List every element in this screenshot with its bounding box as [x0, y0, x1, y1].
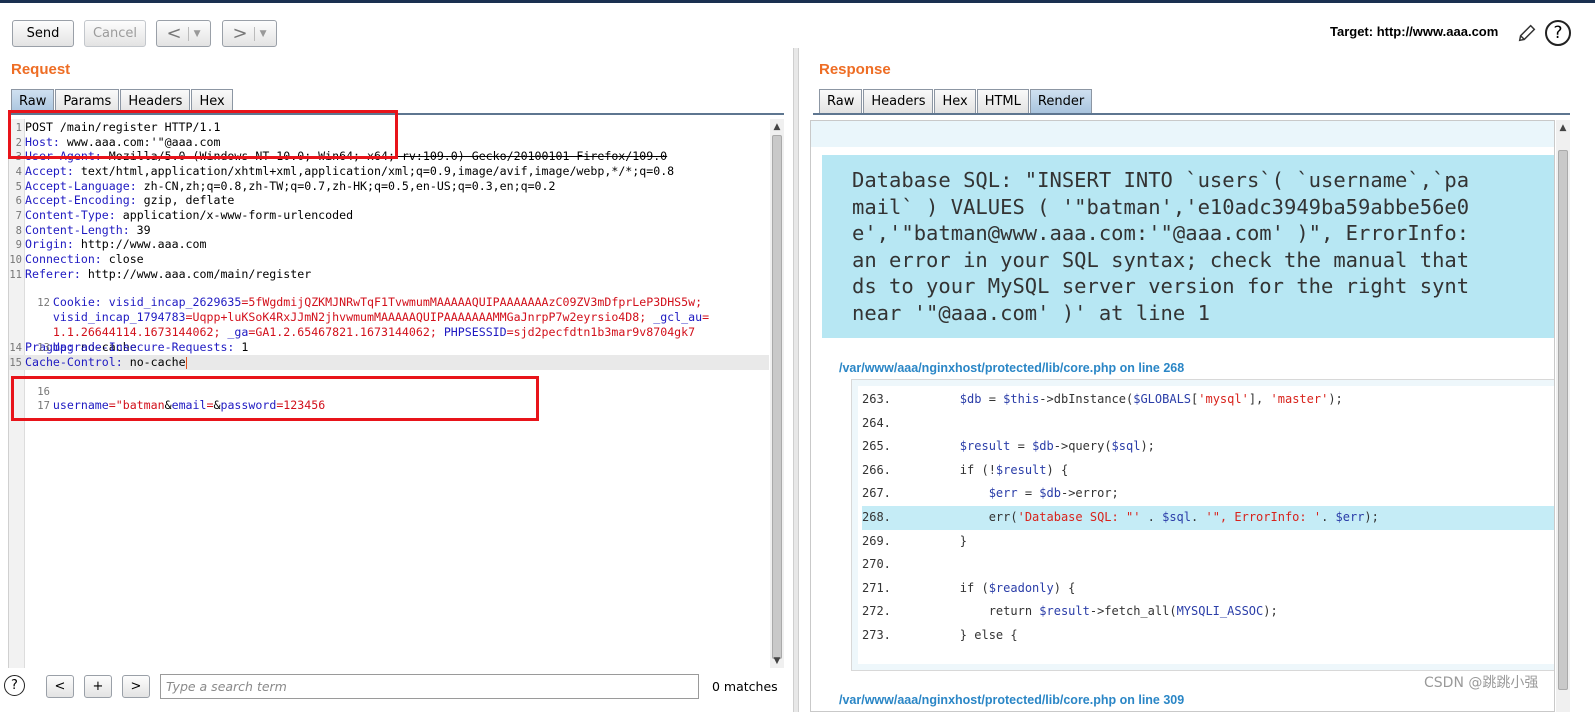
search-input[interactable] [160, 674, 699, 699]
error-line: Database SQL: "INSERT INTO `users`( `use… [852, 168, 1470, 192]
request-line: 15 Cache-Control: no-cache [9, 355, 769, 370]
help-icon[interactable]: ? [1545, 20, 1571, 46]
error-line: an error in your SQL syntax; check the m… [852, 247, 1470, 272]
target-label: Target: http://www.aaa.com [1330, 24, 1499, 39]
source-code: } else { [902, 628, 1018, 642]
forward-arrow-icon: > [232, 22, 248, 44]
pane-splitter[interactable] [793, 48, 799, 712]
source-line: 264. [862, 415, 891, 430]
source-code: return $result->fetch_all(MYSQLI_ASSOC); [902, 604, 1278, 619]
response-tabs-underline [813, 113, 1570, 115]
request-line: 6 Accept-Encoding: gzip, deflate [15, 193, 235, 208]
source-code: } [902, 533, 968, 548]
request-line: 4 Accept: text/html,application/xhtml+xml… [15, 163, 675, 178]
render-top-band [811, 121, 1554, 147]
source-code: $db = $this->dbInstance($GLOBALS['mysql'… [959, 392, 1343, 406]
source-code: if ($readonly) { [902, 580, 1076, 595]
source-line: 273. } else { [862, 628, 1018, 642]
response-tabs: Raw Headers Hex HTML Render [819, 89, 1093, 113]
rendered-response[interactable]: Database SQL: "INSERT INTO `users`( `use… [810, 120, 1555, 712]
tab-headers[interactable]: Headers [863, 89, 934, 113]
source-line: 271. if ($readonly) { [862, 580, 1076, 595]
edit-pencil-icon[interactable] [1516, 22, 1538, 44]
scroll-up-icon[interactable]: ▲ [770, 121, 784, 133]
error-line: ds to your MySQL server version for the … [852, 274, 1470, 298]
source-line: 266. if (!$result) { [862, 462, 1069, 477]
source-line: 269. } [862, 533, 968, 548]
request-line: 11 Referer: http://www.aaa.com/main/regis… [9, 266, 312, 281]
stack-file-path-2[interactable]: /var/www/aaa/nginxhost/protected/lib/cor… [839, 693, 1184, 707]
source-excerpt: 263. $db = $this->dbInstance($GLOBALS['m… [851, 379, 1554, 671]
source-code: err('Database SQL: "' . $sql. '", ErrorI… [902, 510, 1379, 524]
post-body-highlight [11, 376, 539, 421]
error-line: near '"@aaa.com' )' at line 1 [852, 300, 1210, 325]
search-prev-button[interactable]: < [46, 675, 74, 698]
back-dropdown-icon: ▼ [187, 26, 201, 41]
error-line: mail` ) VALUES ( '"batman','e10adc3949ba… [852, 194, 1470, 219]
scroll-down-icon[interactable]: ▼ [770, 655, 784, 667]
upgrade-insecure-line: 13 Upgrade-Insecure-Requests: 1 [37, 339, 249, 354]
source-line: 272. return $result->fetch_all(MYSQLI_AS… [862, 604, 1278, 619]
cookie-line-3: 1.1.26644114.1673144062; _ga=GA1.2.65467… [52, 324, 696, 339]
back-button[interactable]: < ▼ [156, 20, 211, 47]
source-line: 267. $err = $db->error; [862, 486, 1119, 501]
request-line: 5 Accept-Language: zh-CN,zh;q=0.8,zh-TW;q… [15, 178, 556, 193]
scroll-up-icon[interactable]: ▲ [1556, 122, 1570, 134]
source-code: $result = $db->query($sql); [959, 439, 1155, 454]
response-scrollbar[interactable]: ▲ [1556, 120, 1570, 712]
cookie-line-2: visid_incap_1794783=Uqpp+luKSoK4RxJJmN2j… [52, 310, 710, 325]
search-next-button[interactable]: > [122, 675, 150, 698]
forward-button[interactable]: > ▼ [222, 20, 277, 47]
source-line: 265. $result = $db->query($sql); [862, 439, 1155, 454]
tab-render[interactable]: Render [1029, 89, 1093, 113]
tab-html[interactable]: HTML [976, 89, 1029, 113]
request-title: Request [11, 61, 71, 78]
forward-dropdown-icon: ▼ [253, 26, 267, 41]
window-top-border [0, 0, 1595, 3]
watermark: CSDN @跳跳小强 [1424, 675, 1539, 691]
send-button[interactable]: Send [12, 20, 74, 47]
stack-file-path[interactable]: /var/www/aaa/nginxhost/protected/lib/cor… [839, 361, 1184, 375]
search-add-button[interactable]: + [84, 675, 112, 698]
response-scroll-thumb[interactable] [1558, 150, 1568, 690]
match-count: 0 matches [712, 679, 778, 694]
request-scroll-thumb[interactable] [772, 135, 782, 659]
back-arrow-icon: < [166, 22, 182, 44]
tab-raw[interactable]: Raw [819, 89, 863, 113]
tab-hex[interactable]: Hex [934, 89, 976, 113]
request-line: 10 Connection: close [9, 252, 144, 267]
source-line: 270. [862, 557, 891, 572]
sql-error-box: Database SQL: "INSERT INTO `users`( `use… [822, 155, 1554, 338]
response-title: Response [819, 61, 891, 78]
request-line: 8 Content-Length: 39 [15, 222, 151, 237]
search-help-icon[interactable]: ? [4, 675, 25, 696]
source-line: 268. err('Database SQL: "' . $sql. '", E… [862, 506, 1554, 530]
cancel-button[interactable]: Cancel [84, 20, 146, 47]
error-line: e','"batman@www.aaa.com:'"@aaa.com' )", … [852, 221, 1470, 245]
source-code: $err = $db->error; [988, 486, 1119, 501]
cookie-line-1: 12 Cookie: visid_incap_2629635=5fWgdmijQZ… [37, 295, 703, 310]
request-line: 7 Content-Type: application/x-www-form-ur… [15, 208, 354, 222]
source-code: if (!$result) { [902, 462, 1069, 477]
text-caret [185, 356, 187, 369]
request-line: 9 Origin: http://www.aaa.com [15, 237, 207, 252]
source-line: 263. $db = $this->dbInstance($GLOBALS['m… [862, 392, 1343, 406]
host-header-highlight [8, 110, 398, 159]
request-scrollbar[interactable]: ▲ ▼ [770, 119, 784, 668]
